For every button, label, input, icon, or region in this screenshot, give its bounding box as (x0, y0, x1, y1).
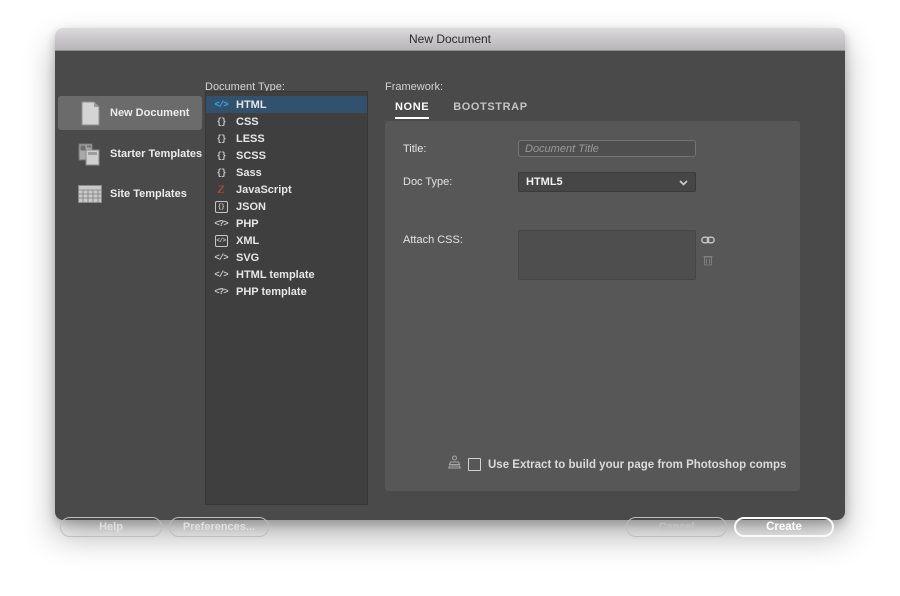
help-button[interactable]: Help (60, 517, 162, 537)
dialog-titlebar[interactable]: New Document (55, 28, 845, 51)
doc-type-item-label: PHP template (236, 286, 307, 298)
dialog-title: New Document (409, 32, 491, 46)
doc-type-item-xml[interactable]: </> XML (206, 232, 367, 249)
braces-icon: {} (212, 117, 230, 127)
sidebar-item-site-templates[interactable]: Site Templates (58, 177, 202, 211)
doc-type-item-label: HTML template (236, 269, 315, 281)
doc-type-label: Doc Type: (403, 176, 452, 188)
doc-type-item-css[interactable]: {} CSS (206, 113, 367, 130)
doc-type-item-label: SCSS (236, 150, 266, 162)
doc-type-item-php[interactable]: <?> PHP (206, 215, 367, 232)
doc-type-item-label: XML (236, 235, 259, 247)
framework-header: Framework: (385, 81, 443, 93)
cancel-button[interactable]: Cancel (626, 517, 727, 537)
new-document-icon (78, 101, 102, 126)
doc-type-item-label: PHP (236, 218, 259, 230)
site-templates-icon (78, 185, 102, 203)
code-icon: </> (212, 100, 230, 110)
braces-icon: {} (212, 134, 230, 144)
attach-css-delete-icon[interactable] (703, 253, 713, 271)
doc-type-item-label: Sass (236, 167, 262, 179)
extract-option-row: Use Extract to build your page from Phot… (448, 455, 786, 474)
code-icon: </> (212, 253, 230, 263)
braces-icon: {} (212, 168, 230, 178)
extract-checkbox[interactable] (468, 458, 481, 471)
javascript-icon: Z (212, 182, 230, 197)
doc-type-item-scss[interactable]: {} SCSS (206, 147, 367, 164)
sidebar-item-label: Site Templates (110, 188, 187, 200)
title-input[interactable] (518, 140, 696, 157)
document-settings-panel: Title: Doc Type: HTML5 Attach CSS: (385, 121, 800, 491)
attach-css-link-icon[interactable] (701, 232, 715, 250)
doc-type-item-javascript[interactable]: Z JavaScript (206, 181, 367, 198)
doc-type-item-label: LESS (236, 133, 265, 145)
create-button[interactable]: Create (734, 517, 834, 537)
doc-type-item-php-template[interactable]: <?> PHP template (206, 283, 367, 300)
dialog-body: New Document Starter Templates Site Templa… (55, 51, 845, 520)
attach-css-label: Attach CSS: (403, 234, 463, 246)
doc-type-select[interactable]: HTML5 (518, 172, 696, 192)
doc-type-item-svg[interactable]: </> SVG (206, 249, 367, 266)
sidebar-item-starter-templates[interactable]: Starter Templates (58, 137, 202, 171)
doc-type-item-sass[interactable]: {} Sass (206, 164, 367, 181)
php-icon: <?> (212, 287, 230, 297)
doc-type-item-label: HTML (236, 99, 267, 111)
chevron-down-icon (679, 173, 688, 191)
doc-type-item-html-template[interactable]: </> HTML template (206, 266, 367, 283)
xml-icon: </> (212, 235, 230, 247)
json-icon: {} (212, 201, 230, 213)
doc-type-value: HTML5 (526, 176, 563, 188)
doc-type-item-label: CSS (236, 116, 259, 128)
sidebar-item-new-document[interactable]: New Document (58, 96, 202, 130)
doc-type-item-html[interactable]: </> HTML (206, 96, 367, 113)
extract-checkbox-label: Use Extract to build your page from Phot… (488, 459, 786, 471)
attach-css-list[interactable] (518, 230, 696, 280)
preferences-button[interactable]: Preferences... (169, 517, 269, 537)
doc-type-item-label: JSON (236, 201, 266, 213)
document-type-list: </> HTML {} CSS {} LESS {} SCSS {} Sass Z JavaScrip… (205, 91, 368, 505)
framework-tabs: NONE BOOTSTRAP (395, 101, 528, 119)
starter-templates-icon (78, 142, 102, 166)
title-label: Title: (403, 143, 426, 155)
sidebar-item-label: New Document (110, 107, 189, 119)
doc-type-item-json[interactable]: {} JSON (206, 198, 367, 215)
extract-icon (448, 455, 461, 474)
framework-tab-none[interactable]: NONE (395, 101, 429, 119)
braces-icon: {} (212, 151, 230, 161)
doc-type-item-label: SVG (236, 252, 259, 264)
framework-tab-bootstrap[interactable]: BOOTSTRAP (453, 101, 527, 119)
screen: New Document New Document Starter Templat… (0, 0, 900, 596)
doc-type-item-less[interactable]: {} LESS (206, 130, 367, 147)
new-document-dialog: New Document New Document Starter Templat… (55, 28, 845, 520)
code-icon: </> (212, 270, 230, 280)
sidebar-item-label: Starter Templates (110, 148, 202, 160)
php-icon: <?> (212, 219, 230, 229)
doc-type-item-label: JavaScript (236, 184, 292, 196)
